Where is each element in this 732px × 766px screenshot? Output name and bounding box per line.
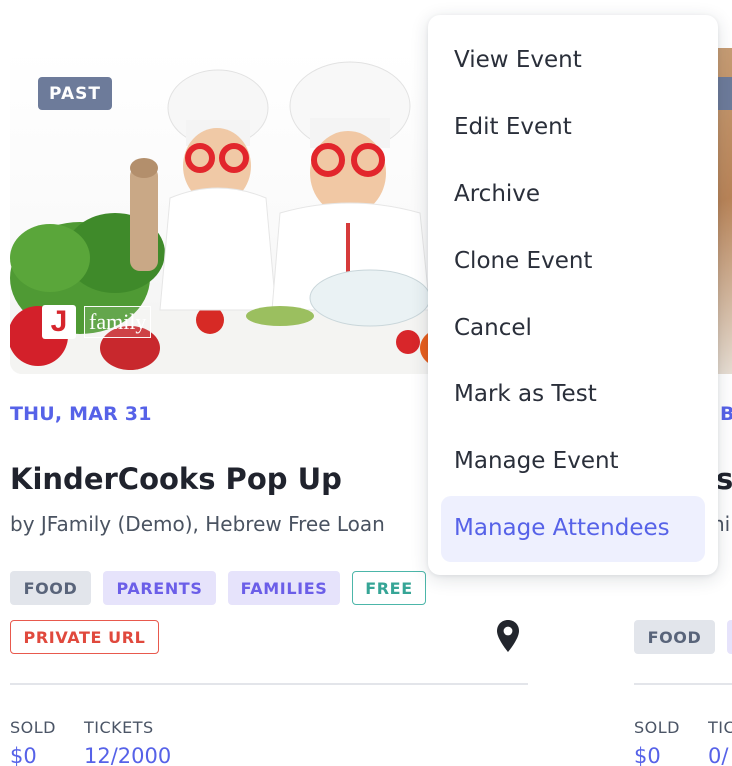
event-actions-menu: View Event Edit Event Archive Clone Even…: [428, 15, 718, 575]
sold-value-2: $0: [634, 744, 661, 766]
tag-food-2: FOOD: [634, 620, 715, 654]
tag-partial-2: [727, 620, 732, 654]
tag-families: FAMILIES: [228, 571, 340, 605]
tag-private-url: PRIVATE URL: [10, 620, 159, 654]
menu-item-cancel[interactable]: Cancel: [454, 313, 532, 343]
sold-value: $0: [10, 744, 37, 766]
tag-free: FREE: [352, 571, 426, 605]
map-pin-icon[interactable]: [496, 619, 520, 653]
event-title-2[interactable]: s: [716, 462, 732, 496]
menu-item-edit-event[interactable]: Edit Event: [454, 112, 572, 142]
logo-word: family: [84, 306, 152, 338]
menu-item-mark-as-test[interactable]: Mark as Test: [454, 379, 597, 409]
sold-label: SOLD: [10, 718, 56, 737]
tag-food: FOOD: [10, 571, 91, 605]
tickets-label-2: TIC: [708, 718, 732, 737]
menu-item-archive[interactable]: Archive: [454, 179, 540, 209]
event-organizer: by JFamily (Demo), Hebrew Free Loan: [10, 512, 385, 536]
past-badge: PAST: [38, 77, 112, 110]
menu-item-manage-event[interactable]: Manage Event: [454, 446, 619, 476]
tickets-value: 12/2000: [84, 744, 172, 766]
tag-parents: PARENTS: [103, 571, 216, 605]
menu-item-view-event[interactable]: View Event: [454, 45, 582, 75]
menu-item-manage-attendees[interactable]: Manage Attendees: [454, 513, 670, 543]
event-date: THU, MAR 31: [10, 403, 152, 425]
event-title[interactable]: KinderCooks Pop Up: [10, 462, 342, 496]
card-divider-2: [634, 683, 732, 685]
tickets-value-2: 0/: [708, 744, 729, 766]
event-date-2: B: [720, 403, 732, 425]
menu-item-clone-event[interactable]: Clone Event: [454, 246, 592, 276]
tickets-label: TICKETS: [84, 718, 154, 737]
card-divider: [10, 683, 528, 685]
jfamily-logo: J family: [42, 305, 152, 339]
logo-letter: J: [50, 305, 68, 338]
sold-label-2: SOLD: [634, 718, 680, 737]
